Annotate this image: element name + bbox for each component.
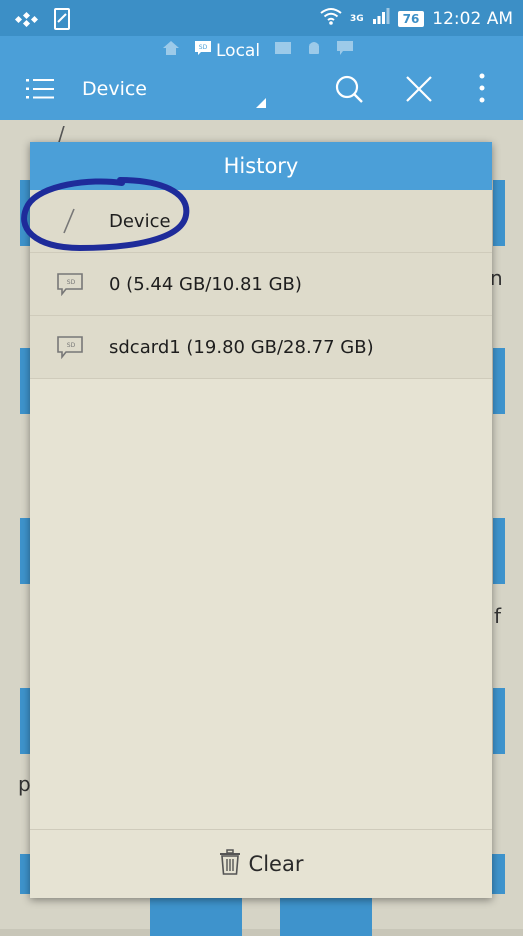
background-label-fragment: p [18, 772, 31, 796]
breadcrumb-local-label: Local [216, 40, 261, 61]
battery-level: 76 [397, 10, 425, 27]
sim-card-icon [54, 8, 70, 34]
app-notification-icon [14, 11, 39, 31]
folder-tile[interactable] [280, 896, 372, 936]
root-slash-icon [56, 190, 84, 252]
history-item-device[interactable]: Device [30, 190, 492, 253]
signal-icon [372, 8, 390, 29]
trash-icon [219, 848, 241, 880]
network-type: 3G [349, 13, 364, 24]
folder-tile[interactable] [150, 896, 242, 936]
more-options-icon[interactable] [478, 72, 486, 108]
android-icon[interactable] [306, 40, 322, 61]
app-bar: SD Local Device [0, 36, 523, 120]
sd-card-icon: SD [56, 253, 84, 315]
chat-icon[interactable] [336, 40, 354, 61]
home-icon[interactable] [162, 40, 180, 61]
svg-text:SD: SD [67, 279, 76, 286]
history-item-sdcard1[interactable]: SD sdcard1 (19.80 GB/28.77 GB) [30, 316, 492, 379]
status-bar: 3G 76 12:02 AM [0, 0, 523, 36]
history-dialog: History Device SD 0 (5.44 GB/10.81 GB) S… [30, 142, 492, 898]
breadcrumb: SD Local [162, 40, 354, 61]
menu-icon[interactable] [26, 78, 54, 104]
clear-button[interactable]: Clear [30, 829, 492, 898]
clear-label: Clear [248, 852, 304, 876]
breadcrumb-local[interactable]: SD Local [194, 40, 260, 61]
folder-tile[interactable] [493, 518, 505, 584]
page-title[interactable]: Device [82, 78, 147, 100]
history-item-label: 0 (5.44 GB/10.81 GB) [109, 273, 302, 295]
folder-tile[interactable] [493, 180, 505, 246]
clock: 12:02 AM [432, 8, 513, 29]
close-icon[interactable] [404, 74, 434, 108]
svg-text:SD: SD [67, 342, 76, 349]
dropdown-triangle-icon[interactable] [256, 98, 266, 108]
sd-card-icon: SD [56, 316, 84, 378]
folder-tile[interactable] [493, 688, 505, 754]
dialog-title: History [30, 142, 492, 190]
history-item-storage-0[interactable]: SD 0 (5.44 GB/10.81 GB) [30, 253, 492, 316]
svg-text:SD: SD [199, 44, 208, 51]
background-label-fragment: f [494, 604, 502, 628]
sd-card-small-icon: SD [194, 40, 212, 61]
folder-tile[interactable] [493, 348, 505, 414]
history-item-label: Device [109, 210, 171, 232]
image-icon[interactable] [274, 40, 292, 61]
history-item-label: sdcard1 (19.80 GB/28.77 GB) [109, 336, 374, 358]
wifi-icon [320, 7, 342, 30]
search-icon[interactable] [334, 74, 364, 108]
